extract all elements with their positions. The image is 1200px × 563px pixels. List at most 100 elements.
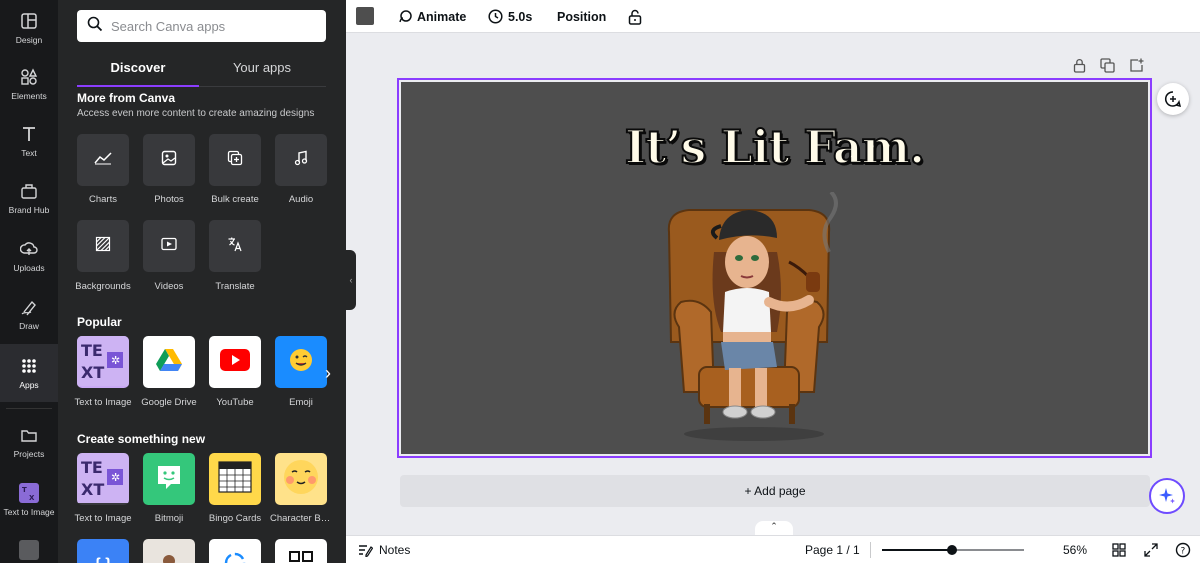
animate-label: Animate (417, 9, 467, 24)
magic-assistant-button[interactable] (1149, 478, 1185, 514)
help-button[interactable]: ? (1175, 536, 1191, 563)
app-tile-label: Videos (154, 281, 184, 292)
rail-item-uploads[interactable]: Uploads (0, 228, 58, 284)
rail-item-apps[interactable]: Apps (0, 344, 58, 402)
app-tile-partial[interactable] (209, 539, 261, 563)
brand-hub-icon (19, 181, 39, 201)
grid-view-button[interactable] (1112, 536, 1126, 563)
grid-view-icon (1112, 543, 1126, 557)
app-tile-label: Bulk create (211, 194, 259, 205)
search-input[interactable]: Search Canva apps (111, 19, 225, 34)
zoom-slider-fill (882, 549, 952, 551)
duration-label: 5.0s (508, 9, 533, 24)
avatar-icon (158, 552, 180, 563)
app-tile-backgrounds[interactable] (77, 220, 129, 272)
text-to-image-icon: TX (19, 483, 39, 503)
app-tile-bitmoji[interactable] (143, 453, 195, 505)
character-builder-icon (281, 457, 321, 502)
app-tile-label: Translate (215, 281, 255, 292)
app-tile-label: YouTube (216, 397, 254, 408)
chevron-up-icon: ⌃ (770, 521, 778, 531)
chart-icon (94, 151, 112, 170)
section-title-more-from-canva: More from Canva (77, 91, 176, 105)
tab-discover[interactable]: Discover (77, 60, 199, 75)
lock-button[interactable] (628, 0, 642, 33)
rail-item-label: Design (15, 35, 43, 45)
svg-text:XT: XT (81, 480, 104, 499)
left-rail: Design Elements Text Brand Hub Uploads D… (0, 0, 58, 563)
app-tile-label: Text to Image (74, 513, 132, 524)
chevron-right-icon: › (325, 362, 331, 383)
notes-button[interactable]: Notes (358, 536, 410, 563)
duplicate-page-icon[interactable] (1100, 58, 1115, 74)
fullscreen-button[interactable] (1144, 536, 1158, 563)
app-tile-videos[interactable] (143, 220, 195, 272)
app-tile-bulk-create[interactable] (209, 134, 261, 186)
zoom-slider-handle[interactable] (946, 545, 957, 555)
canvas-selection-frame[interactable]: It’s Lit Fam. (397, 78, 1152, 458)
video-icon (161, 237, 177, 256)
app-tile-label: Backgrounds (75, 281, 131, 292)
app-tile-label: Photos (154, 194, 184, 205)
app-tile-partial[interactable] (143, 539, 195, 563)
app-tile-photos[interactable] (143, 134, 195, 186)
app-tile-bingo-cards[interactable] (209, 453, 261, 505)
editor-toolbar: Animate 5.0s Position (346, 0, 1200, 33)
app-tile-charts[interactable] (77, 134, 129, 186)
clock-icon (488, 9, 503, 24)
app-tile-partial[interactable]: { } (77, 539, 129, 563)
lock-page-icon[interactable] (1073, 58, 1086, 74)
design-canvas[interactable]: It’s Lit Fam. (401, 82, 1148, 454)
chevron-left-icon: ‹ (349, 275, 353, 285)
app-tile-text-to-image[interactable]: TE XT ✲ (77, 336, 129, 388)
rail-item-brand-hub[interactable]: Brand Hub (0, 170, 58, 226)
app-tile-audio[interactable] (275, 134, 327, 186)
rail-item-draw[interactable]: Draw (0, 286, 58, 342)
add-page-icon[interactable] (1129, 58, 1144, 74)
bitmoji-armchair-illustration[interactable] (659, 192, 849, 442)
expand-icon (1144, 543, 1158, 557)
scan-icon (223, 551, 247, 563)
svg-text:T: T (22, 486, 27, 494)
svg-text:✲: ✲ (111, 354, 120, 367)
duration-button[interactable]: 5.0s (488, 0, 532, 33)
background-color-swatch[interactable] (356, 7, 374, 25)
show-pages-toggle[interactable]: ⌃ (755, 521, 793, 535)
carousel-next-arrow[interactable]: › (316, 336, 340, 410)
app-tile-partial[interactable] (275, 539, 327, 563)
youtube-icon (220, 348, 250, 376)
rail-more-app-icon[interactable] (19, 540, 39, 560)
bulk-create-icon (227, 150, 243, 171)
rail-item-elements[interactable]: Elements (0, 56, 58, 112)
app-tile-translate[interactable] (209, 220, 261, 272)
app-tile-label: Bingo Cards (208, 513, 262, 524)
page-indicator[interactable]: Page 1 / 1 (805, 536, 860, 563)
app-tile-youtube[interactable] (209, 336, 261, 388)
app-tile-character-builder[interactable] (275, 453, 327, 505)
rail-item-label: Text to Image (3, 507, 55, 517)
bitmoji-icon (154, 462, 184, 497)
position-button[interactable]: Position (557, 0, 606, 33)
app-tile-google-drive[interactable] (143, 336, 195, 388)
code-braces-icon: { } (95, 556, 112, 563)
rail-item-design[interactable]: Design (0, 0, 58, 56)
rail-item-label: Text (21, 148, 37, 158)
app-tile-text-to-image-2[interactable]: TE XT ✲ (77, 453, 129, 505)
add-page-button[interactable]: + Add page (400, 475, 1150, 507)
refresh-button[interactable] (1157, 83, 1189, 115)
rail-item-text[interactable]: Text (0, 113, 58, 169)
headline-text[interactable]: It’s Lit Fam. (401, 119, 1148, 175)
app-tile-label: Text to Image (74, 397, 132, 408)
rail-item-projects[interactable]: Projects (0, 414, 58, 470)
app-tile-label: Audio (288, 194, 314, 205)
panel-collapse-handle[interactable]: ‹ (346, 250, 356, 310)
search-box[interactable]: Search Canva apps (77, 10, 326, 42)
tab-your-apps[interactable]: Your apps (201, 60, 323, 75)
svg-text:TE: TE (81, 458, 103, 477)
zoom-percent[interactable]: 56% (1063, 536, 1087, 563)
animate-button[interactable]: Animate (398, 0, 466, 33)
sparkle-icon (1157, 486, 1177, 506)
emoji-icon (289, 348, 313, 377)
section-title-create-new: Create something new (77, 432, 206, 446)
rail-item-text-to-image[interactable]: TX Text to Image (0, 472, 58, 528)
